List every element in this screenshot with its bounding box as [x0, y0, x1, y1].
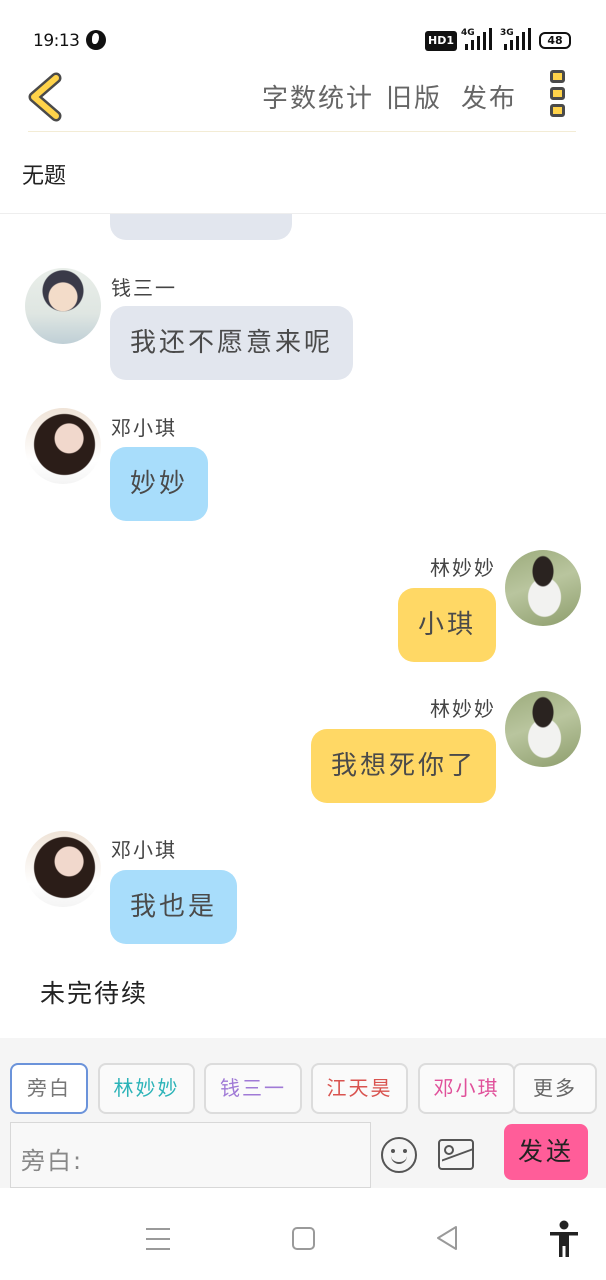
role-chip-deng-xiaoqi[interactable]: 邓小琪 [418, 1063, 515, 1114]
menu-icon[interactable] [146, 1228, 170, 1250]
smiley-icon[interactable] [381, 1137, 417, 1173]
hd-voice-badge: HD1 [425, 31, 457, 51]
message-bubble[interactable]: 小琪 [397, 588, 496, 662]
signal-4g-label: 4G [461, 28, 475, 38]
role-chip-qian-sanyi[interactable]: 钱三一 [204, 1063, 302, 1114]
send-button[interactable]: 发送 [504, 1124, 588, 1180]
message-text: 我也是 [130, 892, 218, 922]
top-toolbar: 字数统计 旧版 发布 [0, 62, 606, 132]
role-chip-label: 旁白 [27, 1076, 71, 1100]
document-title[interactable]: 无题 [22, 158, 66, 190]
message-input[interactable]: 旁白: [10, 1122, 371, 1188]
message-bubble[interactable]: 我想死你了 [310, 729, 496, 803]
narration-text[interactable]: 未完待续 [40, 974, 148, 1010]
avatar-deng-xiaoqi[interactable] [25, 831, 101, 907]
speaker-name: 林妙妙 [430, 697, 496, 721]
signal-3g-label: 3G [500, 28, 514, 38]
system-nav-bar [0, 1188, 606, 1280]
signal-4g-icon: 4G [461, 28, 493, 50]
accessibility-icon[interactable] [548, 1220, 580, 1258]
avatar-lin-miaomiao[interactable] [505, 691, 581, 767]
speaker-name: 钱三一 [111, 276, 177, 300]
message-bubble[interactable] [110, 214, 292, 240]
role-chip-label: 江天昊 [326, 1076, 393, 1100]
speaker-name: 邓小琪 [111, 416, 177, 440]
battery-indicator: 48 [539, 32, 571, 49]
avatar-deng-xiaoqi[interactable] [25, 408, 101, 484]
globe-icon [86, 30, 106, 50]
message-bubble[interactable]: 我还不愿意来呢 [110, 306, 354, 380]
role-chip-label: 更多 [533, 1076, 577, 1100]
status-bar: 19:13 HD1 4G 3G 48 [0, 0, 606, 62]
message-text: 我想死你了 [330, 751, 476, 781]
role-chip-label: 林妙妙 [113, 1076, 180, 1100]
header-divider [28, 131, 576, 132]
composer-panel: 旁白 林妙妙 钱三一 江天昊 邓小琪 更多 旁白: 发送 [0, 1038, 606, 1188]
old-version-button[interactable]: 旧版 [386, 78, 442, 115]
role-chip-narrator[interactable]: 旁白 [10, 1063, 88, 1114]
word-count-button[interactable]: 字数统计 [262, 78, 374, 115]
signal-3g-icon: 3G [500, 28, 532, 50]
role-chip-jiang-tianhao[interactable]: 江天昊 [311, 1063, 408, 1114]
message-bubble[interactable]: 妙妙 [110, 447, 209, 521]
message-text: 小琪 [417, 610, 476, 640]
image-icon[interactable] [438, 1139, 474, 1170]
message-input-placeholder: 旁白: [21, 1147, 84, 1175]
message-bubble[interactable]: 我也是 [110, 870, 238, 944]
back-icon[interactable] [434, 1224, 460, 1252]
message-text: 我还不愿意来呢 [130, 328, 334, 358]
vertical-dots-icon[interactable] [549, 70, 569, 124]
role-chip-label: 邓小琪 [433, 1076, 500, 1100]
role-chip-lin-miaomiao[interactable]: 林妙妙 [98, 1063, 195, 1114]
avatar-lin-miaomiao[interactable] [505, 550, 581, 626]
more-roles-button[interactable]: 更多 [513, 1063, 597, 1114]
status-time: 19:13 [33, 31, 80, 51]
avatar-qian-sanyi[interactable] [25, 268, 101, 344]
chat-list[interactable]: 钱三一 我还不愿意来呢 邓小琪 妙妙 林妙妙 小琪 林妙妙 我想死你了 邓小琪 … [0, 214, 606, 1038]
speaker-name: 林妙妙 [430, 556, 496, 580]
chevron-left-icon[interactable] [22, 72, 66, 122]
home-icon[interactable] [292, 1227, 315, 1250]
publish-button[interactable]: 发布 [461, 78, 517, 115]
speaker-name: 邓小琪 [111, 838, 177, 862]
role-chip-label: 钱三一 [220, 1076, 286, 1100]
message-text: 妙妙 [130, 469, 189, 499]
